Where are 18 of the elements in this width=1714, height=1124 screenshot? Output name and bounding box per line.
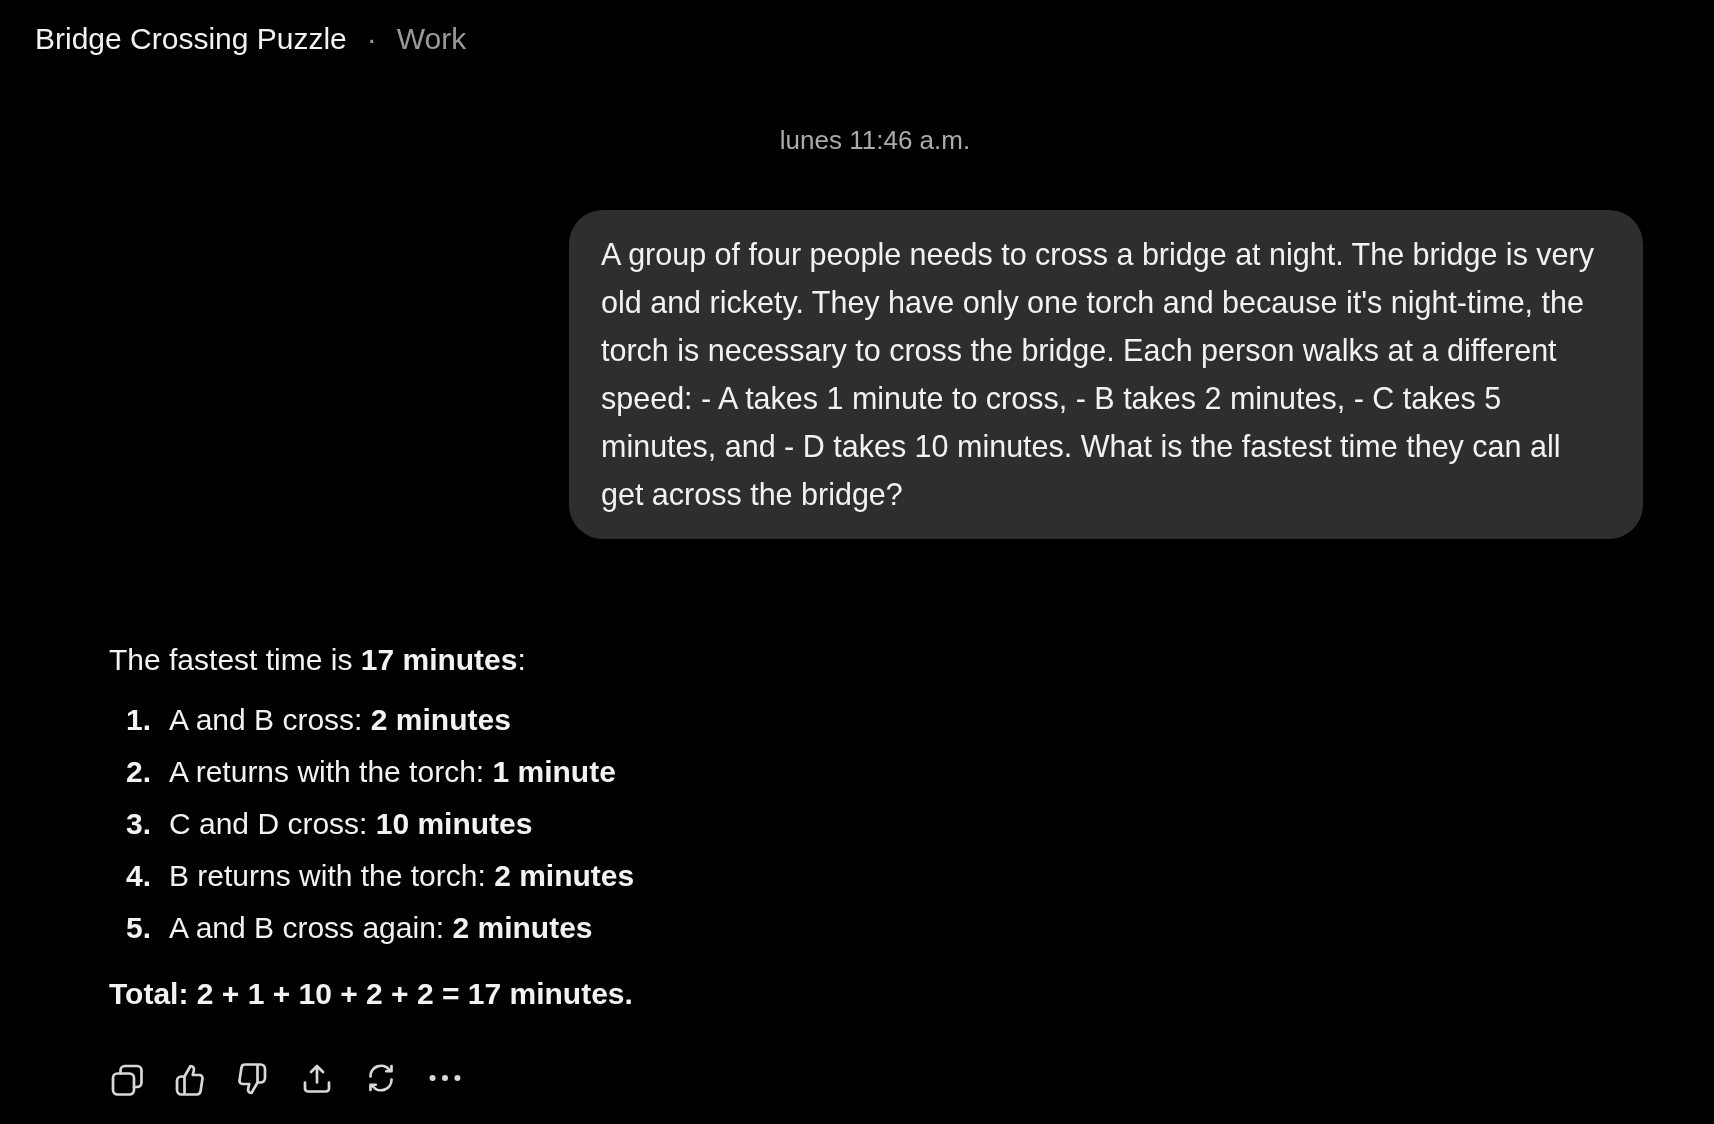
more-icon [429,1074,461,1082]
step-number: 2. [124,753,152,790]
step-number: 3. [124,805,152,842]
step-number: 4. [124,857,152,894]
step-number: 5. [124,909,152,946]
step-text: A and B cross: 2 minutes [169,701,511,738]
separator-dot: · [366,21,377,57]
step-text: B returns with the torch: 2 minutes [169,857,635,894]
timestamp: lunes 11:46 a.m. [779,125,971,155]
user-message: A group of four people needs to cross a bridge at night. The bridge is very old and rickety. They have only one torch and because it's night-time, the torch is necessary to cross the bridge. Each person walks at a different speed: - A takes 1 minute to cross, - B takes 2 minutes, - C takes 5 minutes, and - D takes 10 minutes. What is the fastest time they can all get across the bridge? [569,210,1643,539]
project-name[interactable]: Work [396,16,467,61]
total-text: Total: 2 + 1 + 10 + 2 + 2 = 17 minutes. [109,977,633,1010]
response-text: The fastest time is 17 minutes: [109,642,527,678]
step-text: C and D cross: 10 minutes [169,805,533,842]
step-text: A and B cross again: 2 minutes [169,909,593,946]
step-text: A returns with the torch: 1 minute [169,753,616,790]
chat-title: Bridge Crossing Puzzle [35,21,347,57]
step-number: 1. [124,701,152,738]
